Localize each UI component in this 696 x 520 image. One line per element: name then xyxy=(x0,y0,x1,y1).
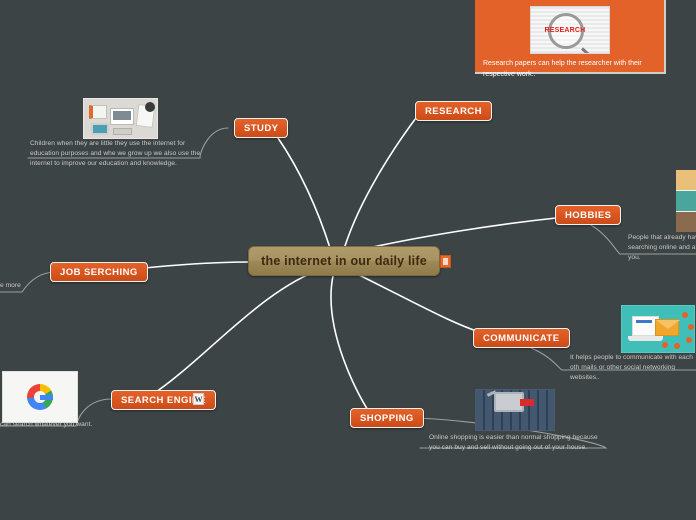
research-image-word: RESEARCH xyxy=(544,27,586,34)
branch-label-communicate[interactable]: COMMUNICATE xyxy=(473,328,570,348)
hobbies-collage-image xyxy=(676,170,696,232)
google-g-icon xyxy=(27,384,53,410)
branch-label-job-serching[interactable]: JOB SERCHING xyxy=(50,262,148,282)
link-study xyxy=(277,137,331,249)
communicate-laptop-mail-image xyxy=(621,305,695,353)
google-logo-image xyxy=(2,371,78,423)
job-serching-note: e more xyxy=(0,281,60,291)
hobbies-note: People that already have searching onlin… xyxy=(628,233,696,263)
central-topic-label: the internet in our daily life xyxy=(261,254,427,268)
search-engine-note: can search whatever you want. xyxy=(0,420,120,430)
central-topic-node[interactable]: the internet in our daily life xyxy=(248,246,440,276)
job-serching-caption: e more xyxy=(0,282,21,289)
branch-label-study[interactable]: STUDY xyxy=(234,118,289,138)
hobbies-caption: People that already have searching onlin… xyxy=(628,234,696,262)
shopping-caption: Online shopping is easier than normal sh… xyxy=(429,434,598,452)
research-caption: Research papers can help the researcher … xyxy=(483,60,642,78)
link-communicate xyxy=(356,273,487,335)
branch-label-hobbies[interactable]: HOBBIES xyxy=(555,205,622,225)
link-research xyxy=(344,117,417,247)
link-shopping xyxy=(330,275,373,417)
study-note: Children when they are little they use t… xyxy=(30,139,216,169)
orange-square-icon[interactable] xyxy=(440,255,451,268)
study-caption: Children when they are little they use t… xyxy=(30,140,201,168)
search-engine-caption: can search whatever you want. xyxy=(0,421,93,428)
wikipedia-w-icon[interactable]: W xyxy=(193,393,204,405)
shopping-cart-keyboard-image xyxy=(475,389,555,431)
branch-label-research[interactable]: RESEARCH xyxy=(415,101,492,121)
communicate-caption: It helps people to communicate with each… xyxy=(570,354,693,382)
communicate-note: It helps people to communicate with each… xyxy=(570,353,696,383)
shopping-note: Online shopping is easier than normal sh… xyxy=(429,433,609,453)
research-magnifier-image: RESEARCH xyxy=(529,6,610,54)
branch-label-shopping[interactable]: SHOPPING xyxy=(350,408,424,428)
mindmap-canvas: the internet in our daily life RESEARCH … xyxy=(0,0,696,520)
link-search-engine xyxy=(149,267,325,397)
research-panel: RESEARCH Research papers can help the re… xyxy=(475,0,666,78)
study-desk-image xyxy=(83,98,158,139)
